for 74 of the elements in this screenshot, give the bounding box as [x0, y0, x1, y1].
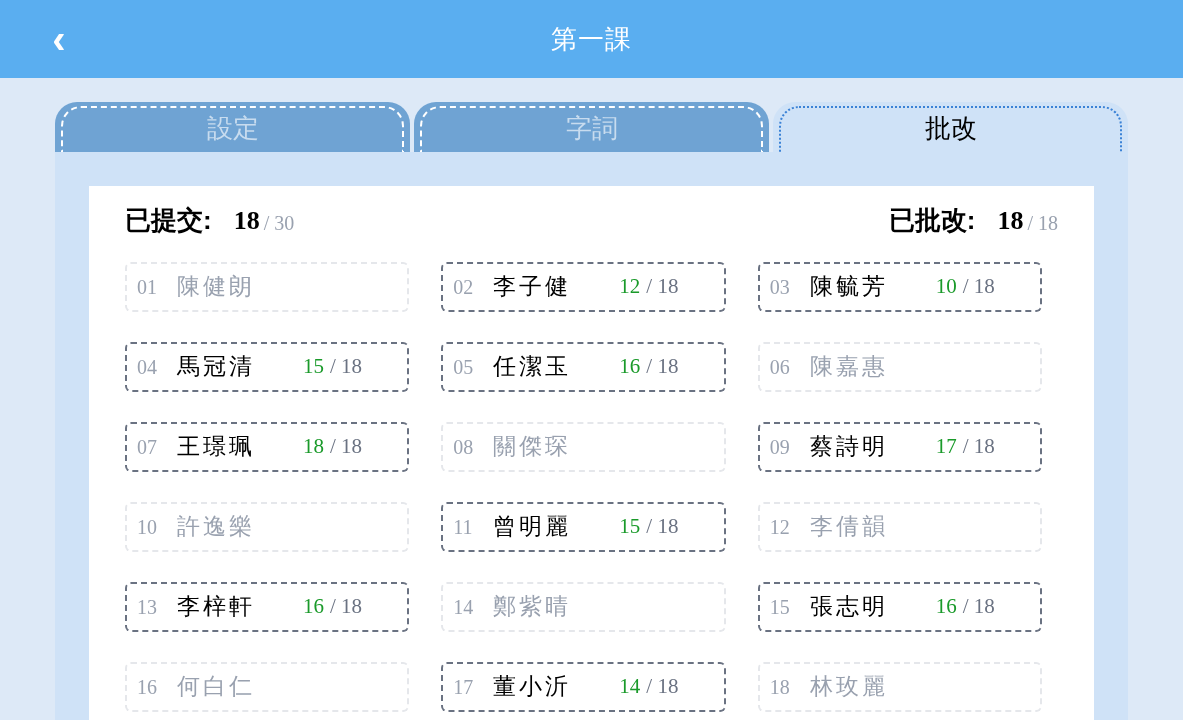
- graded-label: 已批改:: [888, 204, 976, 237]
- score-total: / 18: [330, 353, 363, 381]
- student-card[interactable]: 15 張志明 16 / 18: [757, 582, 1042, 632]
- score-total: / 18: [646, 513, 679, 541]
- student-name: 曾明麗: [493, 512, 573, 541]
- page-title: 第一課: [550, 22, 633, 56]
- student-name: 李倩韻: [809, 512, 889, 541]
- student-name: 陳嘉惠: [809, 352, 889, 381]
- student-name: 李梓軒: [177, 592, 256, 621]
- tab[interactable]: 批改: [773, 102, 1128, 152]
- score: 12: [619, 273, 641, 301]
- student-name: 陳毓芳: [809, 272, 889, 301]
- score: 15: [619, 513, 641, 541]
- student-name: 何白仁: [177, 672, 256, 701]
- submitted-total: / 30: [263, 211, 295, 236]
- student-number: 04: [137, 355, 158, 380]
- student-name: 關傑琛: [493, 432, 573, 461]
- student-card[interactable]: 03 陳毓芳 10 / 18: [757, 262, 1042, 312]
- student-name: 李子健: [493, 272, 573, 301]
- score: 15: [303, 353, 324, 381]
- student-number: 13: [137, 595, 158, 620]
- student-number: 15: [769, 595, 791, 620]
- student-number: 14: [453, 595, 475, 620]
- student-number: 18: [769, 675, 791, 700]
- student-number: 17: [453, 675, 475, 700]
- score-total: / 18: [646, 273, 679, 301]
- student-number: 03: [769, 275, 791, 300]
- student-number: 10: [137, 515, 158, 540]
- student-name: 張志明: [809, 592, 889, 621]
- student-number: 12: [769, 515, 791, 540]
- score: 16: [303, 593, 324, 621]
- score-total: / 18: [962, 593, 995, 621]
- score-total: / 18: [962, 273, 995, 301]
- score: 16: [935, 593, 957, 621]
- score: 16: [619, 353, 641, 381]
- score-total: / 18: [962, 433, 995, 461]
- student-number: 09: [769, 435, 791, 460]
- student-card[interactable]: 17 董小沂 14 / 18: [441, 662, 726, 712]
- score-total: / 18: [330, 593, 363, 621]
- student-name: 馬冠清: [177, 352, 256, 381]
- score: 10: [935, 273, 957, 301]
- submitted-label: 已提交:: [125, 204, 212, 237]
- student-card[interactable]: 05 任潔玉 16 / 18: [441, 342, 726, 392]
- score-total: / 18: [646, 673, 679, 701]
- score: 14: [619, 673, 641, 701]
- student-number: 16: [137, 675, 158, 700]
- graded-count: 18: [997, 205, 1024, 237]
- score-total: / 18: [646, 353, 679, 381]
- graded-total: / 18: [1027, 211, 1058, 236]
- student-card[interactable]: 07 王璟珮 18 / 18: [125, 422, 410, 472]
- student-name: 任潔玉: [493, 352, 573, 381]
- student-name: 董小沂: [493, 672, 573, 701]
- student-card[interactable]: 02 李子健 12 / 18: [441, 262, 726, 312]
- submitted-count: 18: [233, 205, 260, 237]
- student-card[interactable]: 09 蔡詩明 17 / 18: [757, 422, 1042, 472]
- score: 17: [935, 433, 957, 461]
- student-name: 鄭紫晴: [493, 592, 573, 621]
- student-card[interactable]: 04 馬冠清 15 / 18: [125, 342, 410, 392]
- score-total: / 18: [330, 433, 363, 461]
- student-card[interactable]: 13 李梓軒 16 / 18: [125, 582, 410, 632]
- student-number: 05: [453, 355, 475, 380]
- student-number: 08: [453, 435, 475, 460]
- student-number: 01: [137, 275, 158, 300]
- student-name: 王璟珮: [177, 432, 256, 461]
- student-name: 蔡詩明: [809, 432, 889, 461]
- student-name: 陳健朗: [177, 272, 256, 301]
- score: 18: [303, 433, 324, 461]
- student-number: 11: [453, 515, 474, 540]
- student-name: 林玫麗: [809, 672, 889, 701]
- student-card[interactable]: 11 曾明麗 15 / 18: [441, 502, 726, 552]
- student-name: 許逸樂: [177, 512, 256, 541]
- student-number: 06: [769, 355, 791, 380]
- student-number: 02: [453, 275, 475, 300]
- student-number: 07: [137, 435, 158, 460]
